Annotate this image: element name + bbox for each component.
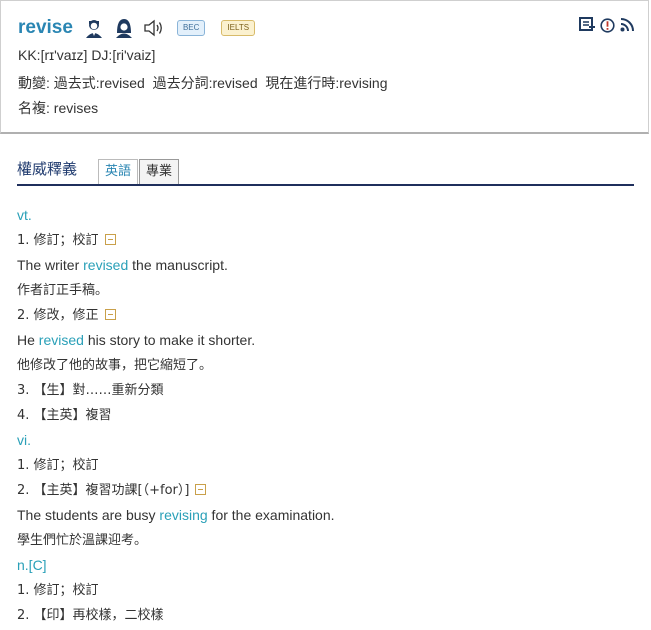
example-translation: 他修改了他的故事，把它縮短了。 <box>17 358 213 373</box>
pos-label-vi: vi. <box>17 432 31 448</box>
collapse-icon[interactable] <box>104 234 116 245</box>
pos-label-noun: n.[C] <box>17 557 47 573</box>
tab-english[interactable]: 英語 <box>98 159 139 184</box>
example-sentence: The students are busy revising for the e… <box>17 503 335 528</box>
add-to-wordbook-icon[interactable] <box>579 17 595 33</box>
headword-row: revise BEC IELTS <box>18 15 271 41</box>
report-error-icon[interactable] <box>600 17 615 33</box>
tab-professional[interactable]: 專業 <box>139 159 180 184</box>
definitions-section-header: 權威釋義 英語 專業 <box>17 156 634 186</box>
sense-item: 2. 【主英】複習功課[（+for）] <box>17 478 335 503</box>
definitions-list: vt. 1. 修訂；校訂 The writer revised the manu… <box>17 203 335 628</box>
collapse-icon[interactable] <box>104 309 116 320</box>
pos-label-vt: vt. <box>17 207 32 223</box>
example-keyword: revised <box>38 332 84 348</box>
ielts-badge: IELTS <box>221 20 256 36</box>
sense-item: 2. 修改，修正 <box>17 303 335 328</box>
plural-form: 名複: revises <box>18 100 99 116</box>
sense-text: 1. 修訂；校訂 <box>17 233 99 248</box>
toolbar <box>579 17 634 33</box>
inflections: 動變: 過去式:revised 過去分詞:revised 現在進行時:revis… <box>18 75 388 91</box>
pronunciation: KK:[rɪ'vaɪz] DJ:[ri'vaiz] <box>18 47 156 63</box>
female-avatar-icon[interactable] <box>113 17 135 39</box>
example-sentence: The writer revised the manuscript. <box>17 253 335 278</box>
example-text: The writer <box>17 257 84 273</box>
headword: revise <box>18 17 73 38</box>
sense-text: 2. 修改，修正 <box>17 308 99 323</box>
example-text: his story to make it shorter. <box>83 332 256 348</box>
example-text: the manuscript. <box>128 257 228 273</box>
rss-icon[interactable] <box>620 18 634 32</box>
example-text: The students are busy <box>17 507 160 523</box>
sense-item: 2. 【印】再校樣，二校樣 <box>17 608 164 623</box>
sense-item: 4. 【主英】複習 <box>17 408 112 423</box>
bec-badge: BEC <box>176 20 206 36</box>
speaker-icon[interactable] <box>143 18 165 38</box>
sense-item: 1. 修訂；校訂 <box>17 583 99 598</box>
example-text: He <box>17 332 39 348</box>
example-translation: 學生們忙於溫課迎考。 <box>17 533 148 548</box>
example-sentence: He revised his story to make it shorter. <box>17 328 335 353</box>
sense-item: 3. 【生】對……重新分類 <box>17 383 164 398</box>
sense-text: 2. 【主英】複習功課[（+for）] <box>17 483 190 498</box>
male-avatar-icon[interactable] <box>83 17 105 39</box>
example-text: for the examination. <box>207 507 335 523</box>
example-keyword: revising <box>159 507 208 523</box>
sense-item: 1. 修訂；校訂 <box>17 458 99 473</box>
word-header-panel: revise BEC IELTS KK:[rɪ'vaɪz] DJ:[ri'vai… <box>0 0 649 134</box>
sense-item: 1. 修訂；校訂 <box>17 228 335 253</box>
example-translation: 作者訂正手稿。 <box>17 283 109 298</box>
example-keyword: revised <box>83 257 129 273</box>
collapse-icon[interactable] <box>195 484 207 495</box>
section-title: 權威釋義 <box>17 160 78 178</box>
